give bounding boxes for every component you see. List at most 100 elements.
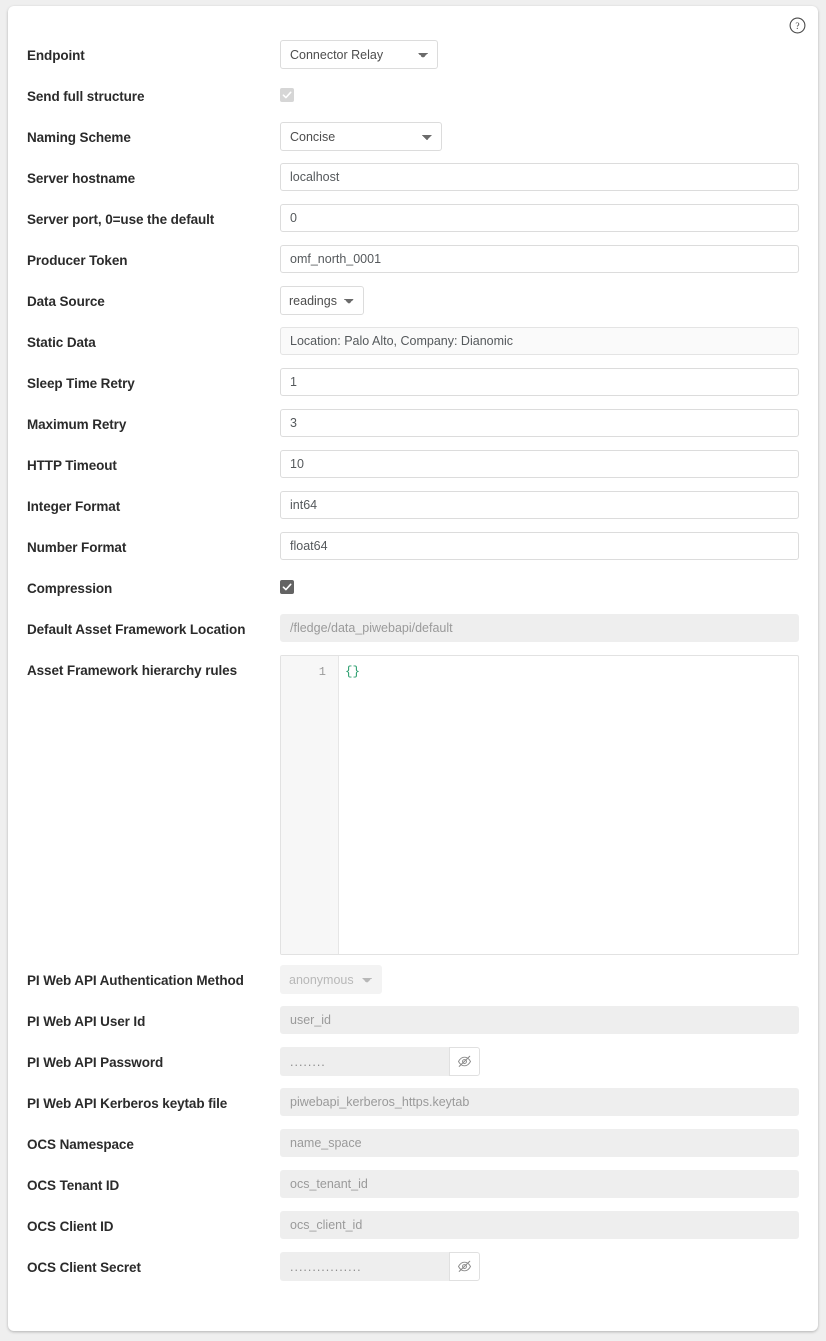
label-server-hostname: Server hostname — [8, 159, 280, 189]
control-server-hostname — [280, 159, 818, 191]
form-row-ocs-namespace: OCS Namespace — [8, 1125, 818, 1166]
control-ocs-client-id — [280, 1207, 818, 1239]
form-row-maximum-retry: Maximum Retry — [8, 405, 818, 446]
input-ocs-client-secret[interactable] — [280, 1252, 449, 1281]
form-row-number-format: Number Format — [8, 528, 818, 569]
form-row-server-port: Server port, 0=use the default — [8, 200, 818, 241]
input-maximum-retry[interactable] — [280, 409, 799, 437]
label-ocs-namespace: OCS Namespace — [8, 1125, 280, 1155]
control-ocs-tenant-id — [280, 1166, 818, 1198]
label-number-format: Number Format — [8, 528, 280, 558]
control-compression — [280, 569, 818, 597]
control-pi-web-api-kerberos-keytab-file — [280, 1084, 818, 1116]
form-row-ocs-client-id: OCS Client ID — [8, 1207, 818, 1248]
form-row-pi-web-api-user-id: PI Web API User Id — [8, 1002, 818, 1043]
form-row-static-data: Static Data — [8, 323, 818, 364]
svg-text:?: ? — [795, 22, 799, 32]
input-pi-web-api-password[interactable] — [280, 1047, 449, 1076]
label-static-data: Static Data — [8, 323, 280, 353]
label-data-source: Data Source — [8, 282, 280, 312]
control-naming-scheme: ConciseUse Type SuffixUse Attribute Name… — [280, 118, 818, 151]
label-integer-format: Integer Format — [8, 487, 280, 517]
control-default-asset-framework-location — [280, 610, 818, 642]
label-endpoint: Endpoint — [8, 36, 280, 66]
help-icon-button[interactable]: ? — [786, 14, 808, 36]
label-send-full-structure: Send full structure — [8, 77, 280, 107]
label-pi-web-api-kerberos-keytab-file: PI Web API Kerberos keytab file — [8, 1084, 280, 1114]
select-endpoint[interactable]: Connector RelayPI Web APIOSIsoft Cloud S… — [280, 40, 438, 69]
form-row-asset-framework-hierarchy-rules: Asset Framework hierarchy rules1{} — [8, 651, 818, 961]
input-ocs-tenant-id — [280, 1170, 799, 1198]
control-http-timeout — [280, 446, 818, 478]
form-row-default-asset-framework-location: Default Asset Framework Location — [8, 610, 818, 651]
form-row-pi-web-api-authentication-method: PI Web API Authentication Methodanonymou… — [8, 961, 818, 1002]
checkbox-compression[interactable] — [280, 580, 294, 594]
control-pi-web-api-user-id — [280, 1002, 818, 1034]
control-data-source: readingsstatistics — [280, 282, 818, 315]
editor-line-numbers: 1 — [281, 656, 339, 954]
form-row-server-hostname: Server hostname — [8, 159, 818, 200]
input-pi-web-api-kerberos-keytab-file — [280, 1088, 799, 1116]
input-ocs-client-id — [280, 1211, 799, 1239]
label-pi-web-api-authentication-method: PI Web API Authentication Method — [8, 961, 280, 991]
input-producer-token[interactable] — [280, 245, 799, 273]
control-ocs-namespace — [280, 1125, 818, 1157]
form-row-compression: Compression — [8, 569, 818, 610]
form-row-sleep-time-retry: Sleep Time Retry — [8, 364, 818, 405]
label-maximum-retry: Maximum Retry — [8, 405, 280, 435]
control-server-port — [280, 200, 818, 232]
label-naming-scheme: Naming Scheme — [8, 118, 280, 148]
editor-code-content[interactable]: {} — [339, 656, 798, 954]
label-pi-web-api-password: PI Web API Password — [8, 1043, 280, 1073]
control-endpoint: Connector RelayPI Web APIOSIsoft Cloud S… — [280, 36, 818, 69]
question-circle-icon: ? — [789, 17, 806, 34]
input-sleep-time-retry[interactable] — [280, 368, 799, 396]
label-http-timeout: HTTP Timeout — [8, 446, 280, 476]
label-default-asset-framework-location: Default Asset Framework Location — [8, 610, 280, 640]
control-integer-format — [280, 487, 818, 519]
label-compression: Compression — [8, 569, 280, 599]
control-maximum-retry — [280, 405, 818, 437]
label-ocs-tenant-id: OCS Tenant ID — [8, 1166, 280, 1196]
form-row-pi-web-api-kerberos-keytab-file: PI Web API Kerberos keytab file — [8, 1084, 818, 1125]
input-server-hostname[interactable] — [280, 163, 799, 191]
form-row-endpoint: EndpointConnector RelayPI Web APIOSIsoft… — [8, 36, 818, 77]
form-row-integer-format: Integer Format — [8, 487, 818, 528]
input-server-port[interactable] — [280, 204, 799, 232]
input-integer-format[interactable] — [280, 491, 799, 519]
input-ocs-namespace — [280, 1129, 799, 1157]
form-row-http-timeout: HTTP Timeout — [8, 446, 818, 487]
input-default-asset-framework-location — [280, 614, 799, 642]
form-row-producer-token: Producer Token — [8, 241, 818, 282]
control-sleep-time-retry — [280, 364, 818, 396]
input-http-timeout[interactable] — [280, 450, 799, 478]
control-pi-web-api-authentication-method: anonymousbasickerberos — [280, 961, 818, 994]
label-ocs-client-secret: OCS Client Secret — [8, 1248, 280, 1278]
label-producer-token: Producer Token — [8, 241, 280, 271]
password-group-ocs-client-secret — [280, 1252, 480, 1281]
toggle-visibility-pi-web-api-password[interactable] — [449, 1047, 480, 1076]
select-naming-scheme[interactable]: ConciseUse Type SuffixUse Attribute Name… — [280, 122, 442, 151]
configuration-form: EndpointConnector RelayPI Web APIOSIsoft… — [8, 36, 818, 1289]
form-row-ocs-tenant-id: OCS Tenant ID — [8, 1166, 818, 1207]
input-number-format[interactable] — [280, 532, 799, 560]
check-icon — [282, 582, 292, 592]
label-server-port: Server port, 0=use the default — [8, 200, 280, 230]
control-ocs-client-secret — [280, 1248, 818, 1281]
toggle-visibility-ocs-client-secret[interactable] — [449, 1252, 480, 1281]
form-row-ocs-client-secret: OCS Client Secret — [8, 1248, 818, 1289]
password-group-pi-web-api-password — [280, 1047, 480, 1076]
control-number-format — [280, 528, 818, 560]
label-ocs-client-id: OCS Client ID — [8, 1207, 280, 1237]
check-icon — [282, 90, 292, 100]
form-row-naming-scheme: Naming SchemeConciseUse Type SuffixUse A… — [8, 118, 818, 159]
form-row-data-source: Data Sourcereadingsstatistics — [8, 282, 818, 323]
label-asset-framework-hierarchy-rules: Asset Framework hierarchy rules — [8, 651, 280, 681]
label-sleep-time-retry: Sleep Time Retry — [8, 364, 280, 394]
input-static-data[interactable] — [280, 327, 799, 355]
code-editor-asset-framework-hierarchy-rules[interactable]: 1{} — [280, 655, 799, 955]
control-send-full-structure — [280, 77, 818, 105]
select-data-source[interactable]: readingsstatistics — [280, 286, 364, 315]
input-pi-web-api-user-id — [280, 1006, 799, 1034]
control-asset-framework-hierarchy-rules: 1{} — [280, 651, 818, 955]
